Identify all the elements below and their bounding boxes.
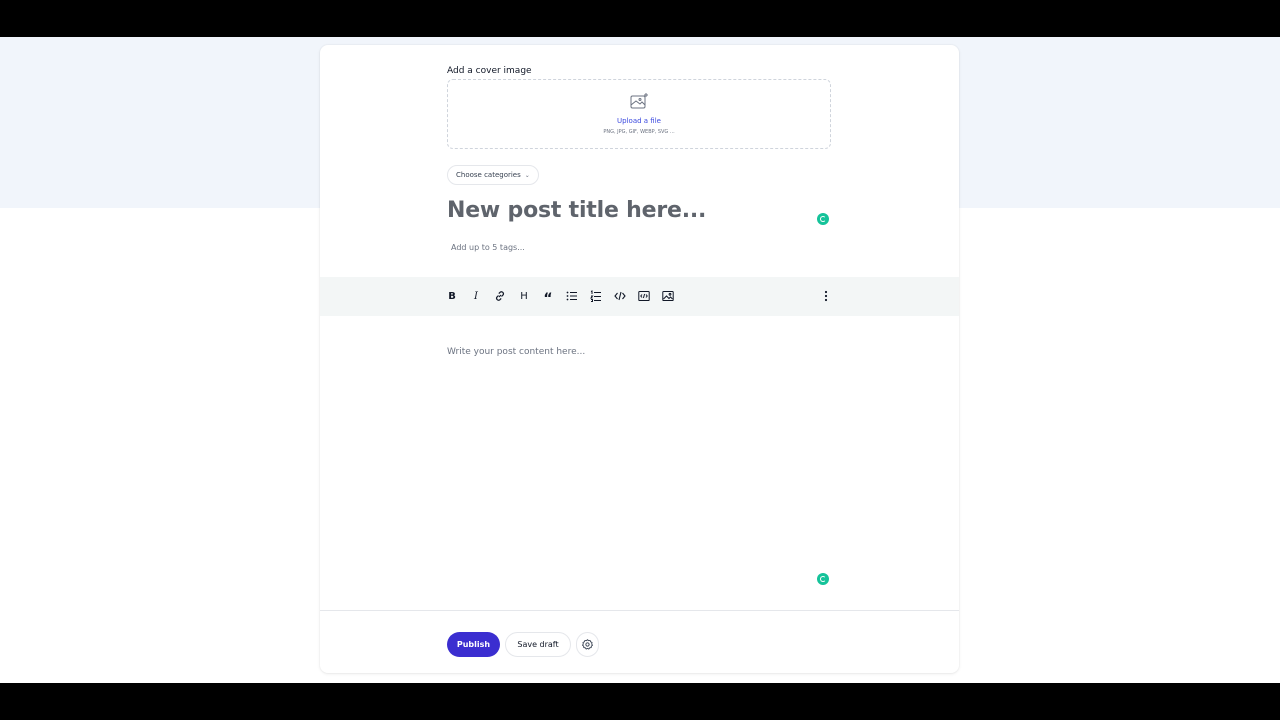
quote-label: “: [543, 290, 553, 307]
ordered-list-button[interactable]: [588, 288, 604, 304]
bullet-list-button[interactable]: [564, 288, 580, 304]
grammarly-icon[interactable]: [817, 213, 829, 225]
image-add-icon: [630, 93, 648, 109]
code-icon: [614, 291, 626, 301]
link-icon: [496, 291, 504, 301]
italic-button[interactable]: I: [468, 288, 484, 304]
formatting-toolbar: B I H “: [320, 277, 959, 316]
tags-input[interactable]: Add up to 5 tags...: [451, 243, 525, 252]
more-options-button[interactable]: [818, 288, 834, 304]
cover-image-dropzone[interactable]: Upload a file PNG, JPG, GIF, WEBP, SVG .…: [447, 79, 831, 149]
footer-divider: [320, 610, 959, 611]
grammarly-icon[interactable]: [817, 573, 829, 585]
upload-file-link[interactable]: Upload a file: [448, 117, 830, 125]
cover-image-label: Add a cover image: [447, 66, 532, 76]
publish-button[interactable]: Publish: [447, 632, 500, 657]
save-draft-button[interactable]: Save draft: [505, 632, 571, 657]
code-block-icon: [638, 291, 650, 301]
choose-categories-button[interactable]: Choose categories ⌄: [447, 165, 539, 185]
code-button[interactable]: [612, 288, 628, 304]
bullet-list-icon: [566, 291, 577, 301]
more-vertical-icon: [824, 290, 828, 302]
heading-label: H: [520, 290, 528, 302]
quote-button[interactable]: “: [540, 288, 556, 307]
chevron-down-icon: ⌄: [524, 171, 530, 179]
post-settings-button[interactable]: [576, 632, 599, 657]
heading-button[interactable]: H: [516, 288, 532, 304]
upload-file-hint: PNG, JPG, GIF, WEBP, SVG ...: [603, 129, 675, 135]
link-button[interactable]: [492, 288, 508, 304]
bold-button[interactable]: B: [444, 288, 460, 304]
post-title-input[interactable]: New post title here...: [447, 198, 706, 223]
editor-card: Add a cover image Upload a file PNG, JPG…: [320, 45, 959, 673]
image-icon: [662, 291, 674, 301]
italic-label: I: [474, 290, 478, 302]
choose-categories-label: Choose categories: [456, 171, 521, 179]
ordered-list-icon: [590, 290, 601, 302]
code-block-button[interactable]: [636, 288, 652, 304]
viewport: Add a cover image Upload a file PNG, JPG…: [0, 37, 1280, 683]
image-button[interactable]: [660, 288, 676, 304]
post-content-input[interactable]: Write your post content here...: [447, 347, 585, 357]
gear-icon: [582, 639, 593, 650]
bold-label: B: [448, 290, 456, 302]
